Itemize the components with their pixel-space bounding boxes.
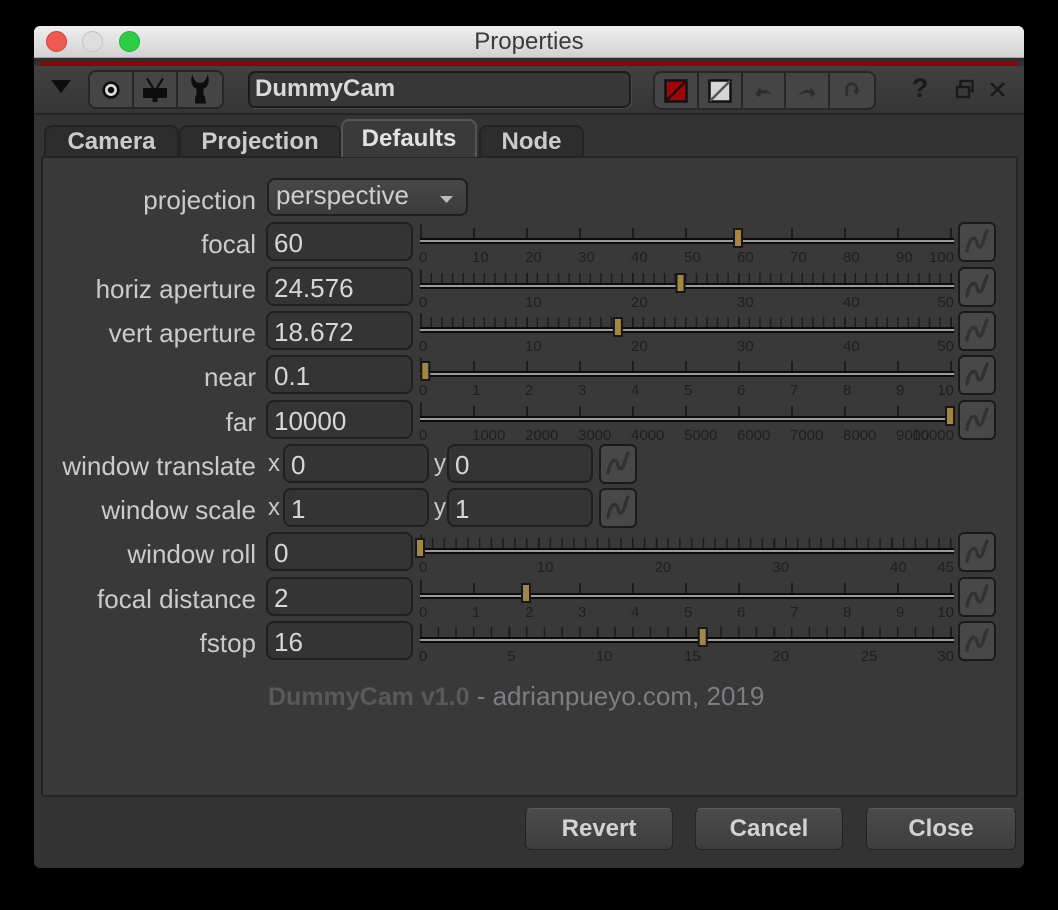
svg-text:5: 5 [684, 382, 692, 399]
svg-text:45: 45 [937, 559, 954, 576]
svg-text:20: 20 [525, 249, 542, 266]
svg-text:40: 40 [843, 338, 860, 355]
svg-text:10: 10 [596, 648, 613, 665]
svg-text:40: 40 [843, 294, 860, 311]
svg-text:1: 1 [472, 382, 480, 399]
svg-text:10: 10 [472, 249, 489, 266]
svg-text:30: 30 [737, 294, 754, 311]
svg-text:60: 60 [737, 249, 754, 266]
svg-text:3000: 3000 [578, 427, 611, 444]
svg-text:0: 0 [419, 249, 427, 266]
svg-text:10: 10 [525, 294, 542, 311]
svg-text:0: 0 [419, 559, 427, 576]
svg-text:7: 7 [790, 604, 798, 621]
svg-text:100: 100 [929, 249, 954, 266]
svg-text:20: 20 [631, 294, 648, 311]
svg-text:5: 5 [684, 604, 692, 621]
svg-text:7000: 7000 [790, 427, 823, 444]
svg-text:10: 10 [537, 559, 554, 576]
svg-text:4000: 4000 [631, 427, 664, 444]
svg-text:9: 9 [896, 382, 904, 399]
svg-text:30: 30 [772, 559, 789, 576]
svg-text:2: 2 [525, 604, 533, 621]
svg-text:90: 90 [896, 249, 913, 266]
svg-text:50: 50 [937, 338, 954, 355]
svg-text:0: 0 [419, 604, 427, 621]
svg-text:2: 2 [525, 382, 533, 399]
svg-text:5: 5 [507, 648, 515, 665]
svg-text:4: 4 [631, 604, 639, 621]
svg-text:10: 10 [525, 338, 542, 355]
svg-text:7: 7 [790, 382, 798, 399]
svg-text:30: 30 [737, 338, 754, 355]
svg-text:5000: 5000 [684, 427, 717, 444]
svg-text:30: 30 [578, 249, 595, 266]
svg-text:3: 3 [578, 382, 586, 399]
svg-text:8: 8 [843, 604, 851, 621]
svg-text:0: 0 [419, 382, 427, 399]
svg-text:2000: 2000 [525, 427, 558, 444]
svg-text:20: 20 [772, 648, 789, 665]
svg-text:0: 0 [419, 294, 427, 311]
svg-text:30: 30 [937, 648, 954, 665]
svg-text:4: 4 [631, 382, 639, 399]
svg-text:10: 10 [937, 382, 954, 399]
svg-text:20: 20 [631, 338, 648, 355]
svg-text:0: 0 [419, 648, 427, 665]
svg-text:50: 50 [684, 249, 701, 266]
svg-text:15: 15 [684, 648, 701, 665]
svg-text:40: 40 [631, 249, 648, 266]
svg-text:10: 10 [937, 604, 954, 621]
svg-text:6000: 6000 [737, 427, 770, 444]
svg-text:3: 3 [578, 604, 586, 621]
svg-text:40: 40 [890, 559, 907, 576]
svg-text:0: 0 [419, 427, 427, 444]
svg-text:80: 80 [843, 249, 860, 266]
svg-text:0: 0 [419, 338, 427, 355]
svg-text:8000: 8000 [843, 427, 876, 444]
svg-text:6: 6 [737, 382, 745, 399]
svg-text:10000: 10000 [912, 427, 954, 444]
svg-text:1: 1 [472, 604, 480, 621]
svg-text:6: 6 [737, 604, 745, 621]
svg-text:8: 8 [843, 382, 851, 399]
svg-text:20: 20 [655, 559, 672, 576]
svg-text:50: 50 [937, 294, 954, 311]
svg-text:1000: 1000 [472, 427, 505, 444]
svg-text:9: 9 [896, 604, 904, 621]
svg-text:70: 70 [790, 249, 807, 266]
svg-text:25: 25 [861, 648, 878, 665]
